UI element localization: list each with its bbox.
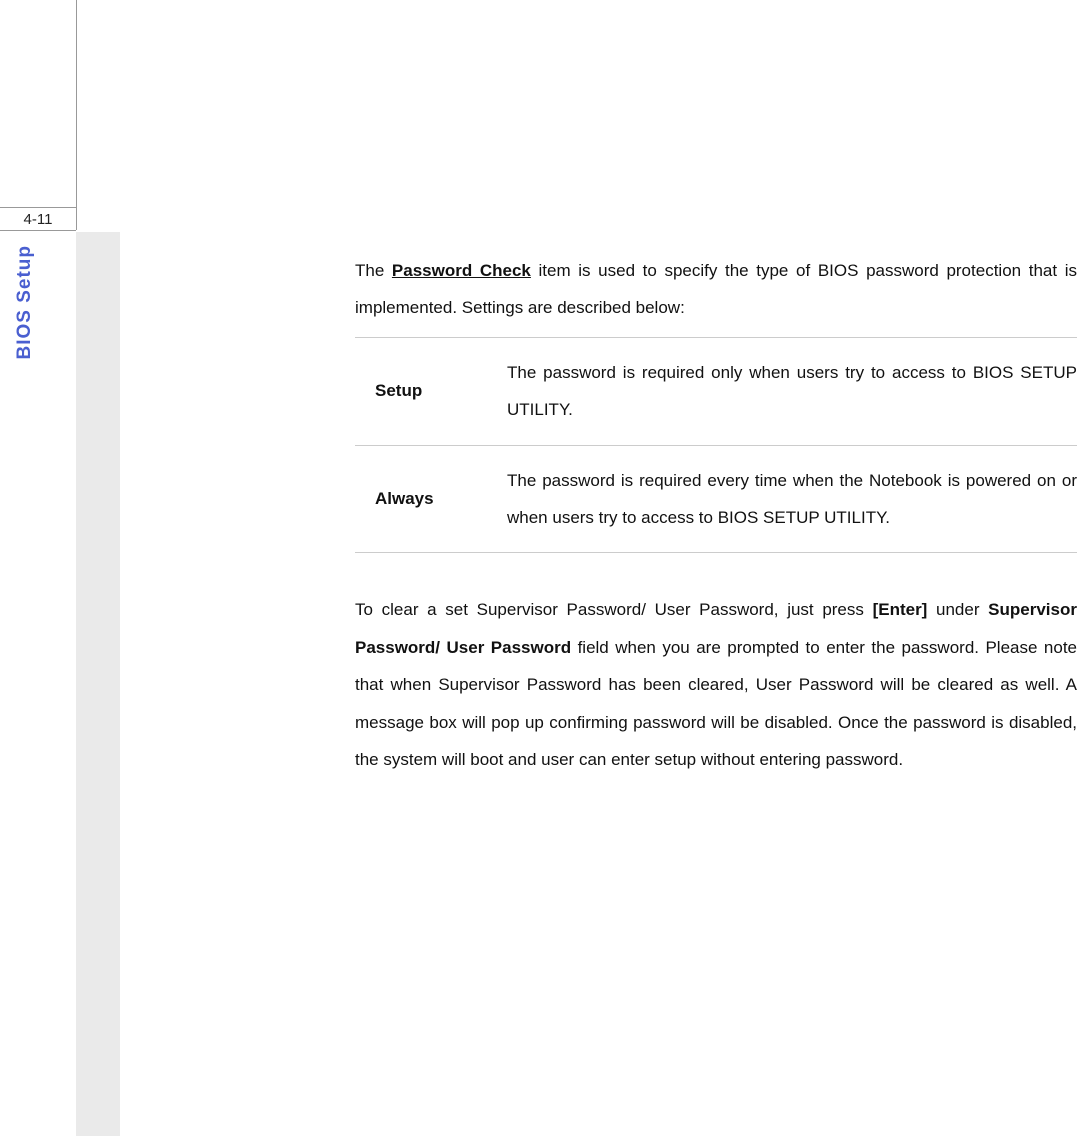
table-row: Always The password is required every ti… — [355, 445, 1077, 553]
gray-margin-column — [76, 232, 120, 1136]
after-pre: To clear a set Supervisor Password/ User… — [355, 600, 873, 619]
after-post: field when you are prompted to enter the… — [355, 638, 1077, 769]
main-content: The Password Check item is used to speci… — [355, 252, 1077, 778]
intro-paragraph: The Password Check item is used to speci… — [355, 252, 1077, 327]
table-row: Setup The password is required only when… — [355, 337, 1077, 445]
section-title-vertical: BIOS Setup — [14, 245, 36, 360]
vertical-rule — [76, 0, 77, 230]
setting-label: Setup — [355, 337, 495, 445]
setting-description: The password is required every time when… — [495, 445, 1077, 553]
page-number: 4-11 — [24, 211, 53, 228]
password-check-item-name: Password Check — [392, 261, 531, 280]
setting-label: Always — [355, 445, 495, 553]
after-mid1: under — [927, 600, 988, 619]
intro-pre: The — [355, 261, 392, 280]
clear-password-paragraph: To clear a set Supervisor Password/ User… — [355, 591, 1077, 778]
setting-description: The password is required only when users… — [495, 337, 1077, 445]
settings-table: Setup The password is required only when… — [355, 337, 1077, 554]
page-number-box: 4-11 — [0, 207, 76, 231]
enter-key-label: [Enter] — [873, 600, 928, 619]
